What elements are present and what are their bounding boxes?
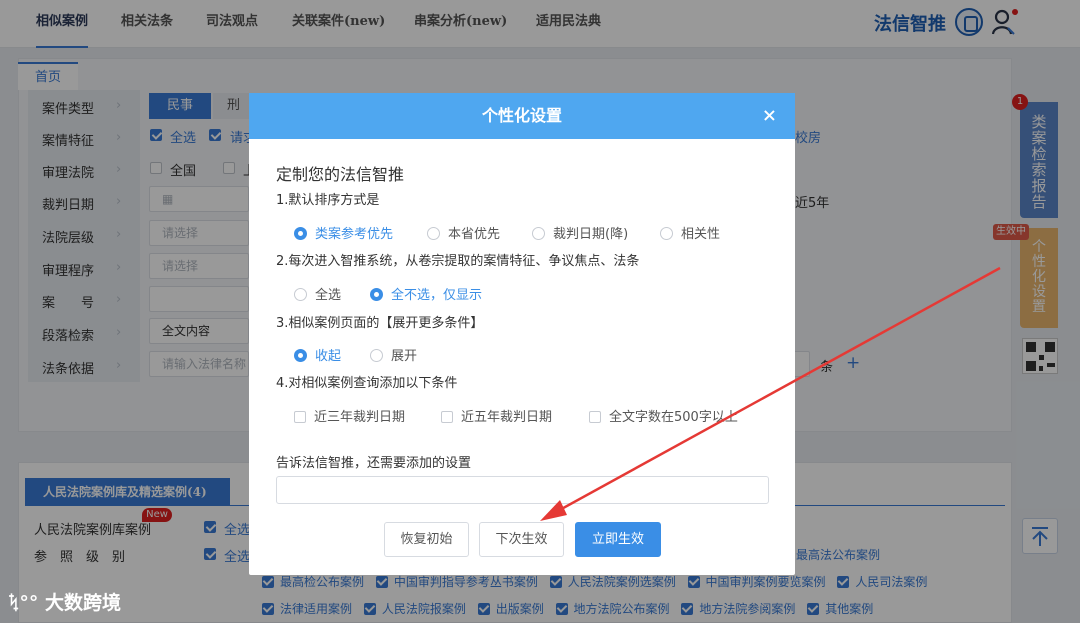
annotation-arrow [540, 266, 1001, 521]
watermark: ᛪ°° 大数跨境 [8, 592, 122, 614]
watermark-logo-icon: ᛪ°° [8, 592, 39, 614]
